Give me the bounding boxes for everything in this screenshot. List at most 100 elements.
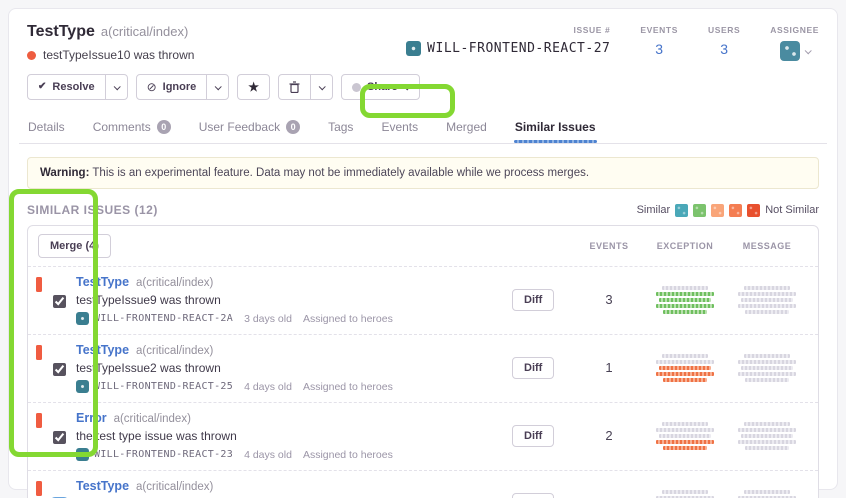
exception-similarity-bars bbox=[644, 274, 726, 325]
merge-checkbox[interactable] bbox=[53, 431, 66, 444]
diff-button[interactable]: Diff bbox=[512, 493, 554, 498]
issue-age: 4 days old bbox=[244, 449, 292, 461]
chevron-down-icon bbox=[403, 83, 410, 90]
legend-swatch bbox=[711, 204, 724, 217]
issue-assigned: Assigned to heroes bbox=[303, 449, 393, 461]
message-similarity-bars bbox=[726, 478, 808, 498]
experimental-warning-banner: Warning: This is an experimental feature… bbox=[27, 157, 819, 189]
column-header-message: MESSAGE bbox=[726, 241, 808, 251]
ignore-button-label: Ignore bbox=[163, 82, 197, 93]
tab-label: User Feedback bbox=[199, 120, 280, 134]
exception-similarity-bars bbox=[644, 478, 726, 498]
star-icon: ★ bbox=[248, 81, 259, 93]
trash-icon bbox=[289, 81, 300, 93]
diff-button[interactable]: Diff bbox=[512, 289, 554, 311]
warning-prefix: Warning: bbox=[40, 167, 89, 179]
row-checkbox-cell bbox=[42, 410, 76, 461]
issue-detail-card: TestType a(critical/index) testTypeIssue1… bbox=[8, 8, 838, 490]
checkbox-wrap bbox=[53, 295, 66, 313]
column-header-events: EVENTS bbox=[574, 241, 644, 251]
issue-annotation: a(critical/index) bbox=[114, 413, 191, 425]
similarity-legend: Similar Not Similar bbox=[637, 204, 819, 217]
issue-annotation: a(critical/index) bbox=[136, 481, 213, 493]
tab-merged[interactable]: Merged bbox=[445, 114, 488, 143]
tab-label: Events bbox=[381, 120, 418, 134]
tab-label: Comments bbox=[93, 120, 151, 134]
issue-subtitle-row: testTypeIssue10 was thrown bbox=[27, 48, 194, 62]
short-id: WILL-FRONTEND-REACT-2A bbox=[94, 313, 233, 324]
delete-button[interactable] bbox=[278, 74, 311, 100]
tab-tags[interactable]: Tags bbox=[327, 114, 354, 143]
table-row: TestTypea(critical/index) testTypeIssue6… bbox=[28, 471, 818, 498]
events-count-link[interactable]: 3 bbox=[655, 41, 663, 57]
assignee-selector[interactable] bbox=[780, 41, 810, 61]
bookmark-button[interactable]: ★ bbox=[237, 74, 270, 100]
legend-swatch-most-similar bbox=[675, 204, 688, 217]
merge-button[interactable]: Merge (4) bbox=[38, 234, 111, 258]
issue-subtitle: testTypeIssue10 was thrown bbox=[43, 48, 194, 62]
legend-not-similar-label: Not Similar bbox=[765, 204, 819, 216]
diff-cell: Diff bbox=[512, 410, 574, 461]
issue-message: testTypeIssue2 was thrown bbox=[76, 361, 512, 375]
delete-dropdown-button[interactable] bbox=[310, 74, 333, 100]
resolve-button[interactable]: ✔ Resolve bbox=[27, 74, 106, 100]
legend-similar-label: Similar bbox=[637, 204, 671, 216]
issue-assigned: Assigned to heroes bbox=[303, 313, 393, 325]
legend-swatch bbox=[693, 204, 706, 217]
row-content: TestTypea(critical/index) testTypeIssue2… bbox=[76, 342, 512, 393]
issue-age: 3 days old bbox=[244, 313, 292, 325]
comments-count-badge: 0 bbox=[157, 120, 171, 134]
issue-number-label: ISSUE # bbox=[574, 25, 611, 35]
stat-assignee: ASSIGNEE bbox=[770, 25, 819, 61]
project-icon bbox=[76, 448, 89, 461]
issue-meta: WILL-FRONTEND-REACT-23 4 days old Assign… bbox=[76, 448, 512, 461]
project-icon bbox=[76, 312, 89, 325]
exception-similarity-bars bbox=[644, 342, 726, 393]
diff-button[interactable]: Diff bbox=[512, 357, 554, 379]
resolve-button-label: Resolve bbox=[52, 82, 94, 93]
stat-users: USERS 3 bbox=[708, 25, 740, 61]
legend-swatch-not-similar bbox=[747, 204, 760, 217]
issue-title-link[interactable]: TestType bbox=[76, 343, 129, 357]
tab-events[interactable]: Events bbox=[380, 114, 419, 143]
issue-title-link[interactable]: TestType bbox=[76, 479, 129, 493]
ignore-dropdown-button[interactable] bbox=[206, 74, 229, 100]
similar-issues-heading: SIMILAR ISSUES (12) bbox=[27, 203, 158, 217]
resolve-dropdown-button[interactable] bbox=[105, 74, 128, 100]
error-level-dot bbox=[27, 51, 36, 60]
project-icon bbox=[76, 380, 89, 393]
issue-title-link[interactable]: Error bbox=[76, 411, 107, 425]
users-label: USERS bbox=[708, 25, 740, 35]
table-row: TestTypea(critical/index) testTypeIssue2… bbox=[28, 335, 818, 403]
share-button[interactable]: Share bbox=[341, 74, 420, 100]
table-row: Errora(critical/index) the test type iss… bbox=[28, 403, 818, 471]
chevron-down-icon bbox=[804, 47, 811, 54]
issue-meta: WILL-FRONTEND-REACT-25 4 days old Assign… bbox=[76, 380, 512, 393]
share-status-icon bbox=[352, 83, 361, 92]
tab-details[interactable]: Details bbox=[27, 114, 66, 143]
ignore-button-group: ⊘ Ignore bbox=[136, 74, 230, 100]
row-checkbox-cell bbox=[42, 274, 76, 325]
message-similarity-bars bbox=[726, 342, 808, 393]
issue-header: TestTypea(critical/index) testTypeIssue1… bbox=[19, 19, 827, 62]
issue-stats: ISSUE # WILL-FRONTEND-REACT-27 EVENTS 3 … bbox=[406, 23, 819, 61]
short-id-wrap: WILL-FRONTEND-REACT-25 bbox=[76, 380, 233, 393]
merge-checkbox[interactable] bbox=[53, 295, 66, 308]
diff-button[interactable]: Diff bbox=[512, 425, 554, 447]
ban-icon: ⊘ bbox=[147, 81, 157, 93]
tab-label: Tags bbox=[328, 120, 353, 134]
events-count: 1 bbox=[574, 478, 644, 498]
merge-checkbox[interactable] bbox=[53, 363, 66, 376]
users-count-link[interactable]: 3 bbox=[720, 41, 728, 57]
column-header-spacer bbox=[512, 241, 574, 251]
issue-id-wrap: WILL-FRONTEND-REACT-27 bbox=[406, 41, 610, 56]
tab-label: Merged bbox=[446, 120, 487, 134]
project-icon bbox=[406, 41, 421, 56]
issue-title-link[interactable]: TestType bbox=[76, 275, 129, 289]
tab-comments[interactable]: Comments 0 bbox=[92, 114, 172, 143]
tab-similar-issues[interactable]: Similar Issues bbox=[514, 114, 597, 143]
action-toolbar: ✔ Resolve ⊘ Ignore ★ S bbox=[27, 74, 827, 100]
ignore-button[interactable]: ⊘ Ignore bbox=[136, 74, 208, 100]
exception-similarity-bars bbox=[644, 410, 726, 461]
tab-user-feedback[interactable]: User Feedback0 bbox=[198, 114, 301, 143]
